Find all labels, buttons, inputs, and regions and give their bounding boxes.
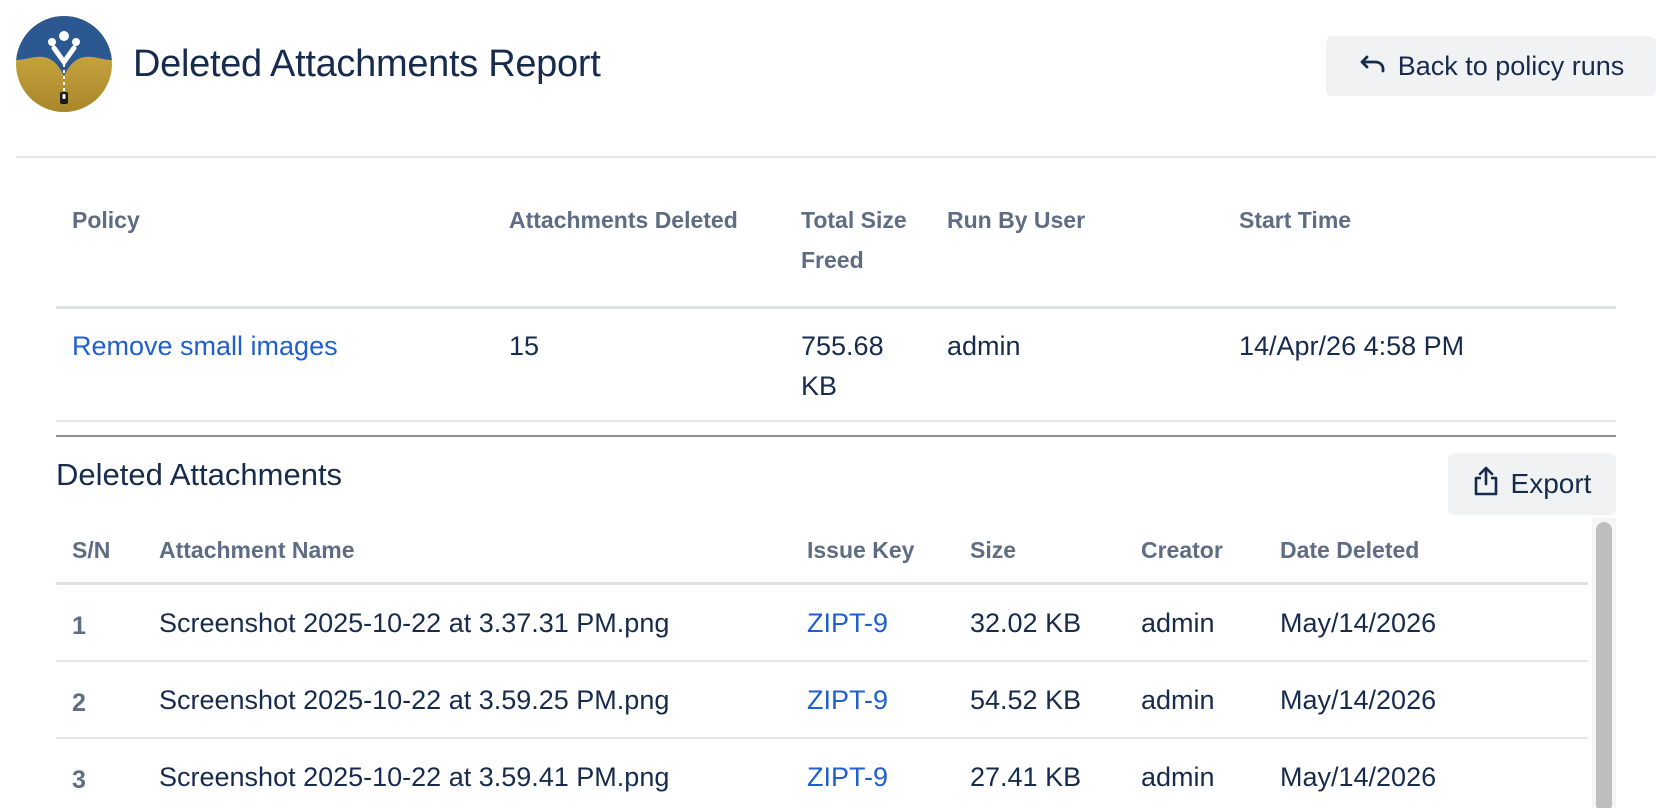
- total-size-freed-value: 755.68 KB: [801, 331, 884, 401]
- header-divider: [16, 156, 1656, 158]
- col-sn: S/N: [72, 537, 111, 563]
- col-date-deleted: Date Deleted: [1280, 537, 1420, 563]
- col-total-size-freed: Total Size Freed: [801, 207, 907, 273]
- table-row: 2 Screenshot 2025-10-22 at 3.59.25 PM.pn…: [56, 662, 1588, 739]
- attachment-creator: admin: [1141, 762, 1215, 792]
- table-row: 1 Screenshot 2025-10-22 at 3.37.31 PM.pn…: [56, 585, 1588, 662]
- col-attachments-deleted: Attachments Deleted: [509, 207, 738, 233]
- section-divider: [56, 435, 1616, 437]
- attachment-creator: admin: [1141, 685, 1215, 715]
- attachment-creator: admin: [1141, 608, 1215, 638]
- attachment-name: Screenshot 2025-10-22 at 3.59.25 PM.png: [159, 685, 670, 715]
- start-time-value: 14/Apr/26 4:58 PM: [1239, 331, 1465, 361]
- attachment-size: 54.52 KB: [970, 685, 1082, 715]
- attachment-size: 27.41 KB: [970, 762, 1082, 792]
- run-by-user-value: admin: [947, 331, 1021, 361]
- table-row: 3 Screenshot 2025-10-22 at 3.59.41 PM.pn…: [56, 739, 1588, 808]
- section-title: Deleted Attachments: [56, 457, 343, 492]
- col-start-time: Start Time: [1239, 207, 1352, 233]
- date-deleted: May/14/2026: [1280, 608, 1437, 638]
- export-label: Export: [1510, 468, 1592, 499]
- report-page: Deleted Attachments Report Back to polic…: [0, 0, 1670, 808]
- deleted-attachments-table: S/N Attachment Name Issue Key Size Creat…: [56, 520, 1588, 808]
- back-to-policy-runs-button[interactable]: Back to policy runs: [1326, 36, 1656, 96]
- attachments-deleted-value: 15: [509, 331, 540, 361]
- issue-key-link[interactable]: ZIPT-9: [807, 585, 888, 662]
- col-creator: Creator: [1141, 537, 1223, 563]
- date-deleted: May/14/2026: [1280, 685, 1437, 715]
- row-sn: 2: [72, 689, 86, 717]
- summary-row-rule: [56, 420, 1616, 422]
- col-size: Size: [970, 537, 1017, 563]
- undo-arrow-icon: [1358, 48, 1388, 85]
- summary-header-rule: [56, 306, 1616, 309]
- row-sn: 1: [72, 612, 86, 640]
- page-title: Deleted Attachments Report: [133, 43, 601, 85]
- row-sn: 3: [72, 766, 86, 794]
- attachment-name: Screenshot 2025-10-22 at 3.59.41 PM.png: [159, 762, 670, 792]
- issue-key-link[interactable]: ZIPT-9: [807, 739, 888, 808]
- attachment-name: Screenshot 2025-10-22 at 3.37.31 PM.png: [159, 608, 670, 638]
- policy-link[interactable]: Remove small images: [72, 326, 338, 366]
- col-issue-key: Issue Key: [807, 537, 915, 563]
- share-export-icon: [1473, 466, 1499, 503]
- issue-key-link[interactable]: ZIPT-9: [807, 662, 888, 739]
- zipper-logo-icon: [16, 16, 112, 112]
- col-attachment-name: Attachment Name: [159, 537, 355, 563]
- page-header: Deleted Attachments Report Back to polic…: [16, 16, 1660, 112]
- date-deleted: May/14/2026: [1280, 762, 1437, 792]
- table-scrollbar-thumb[interactable]: [1596, 522, 1612, 808]
- export-button[interactable]: Export: [1448, 453, 1616, 515]
- attachment-size: 32.02 KB: [970, 608, 1082, 638]
- col-run-by-user: Run By User: [947, 207, 1086, 233]
- col-policy: Policy: [72, 207, 140, 233]
- back-button-label: Back to policy runs: [1397, 50, 1625, 81]
